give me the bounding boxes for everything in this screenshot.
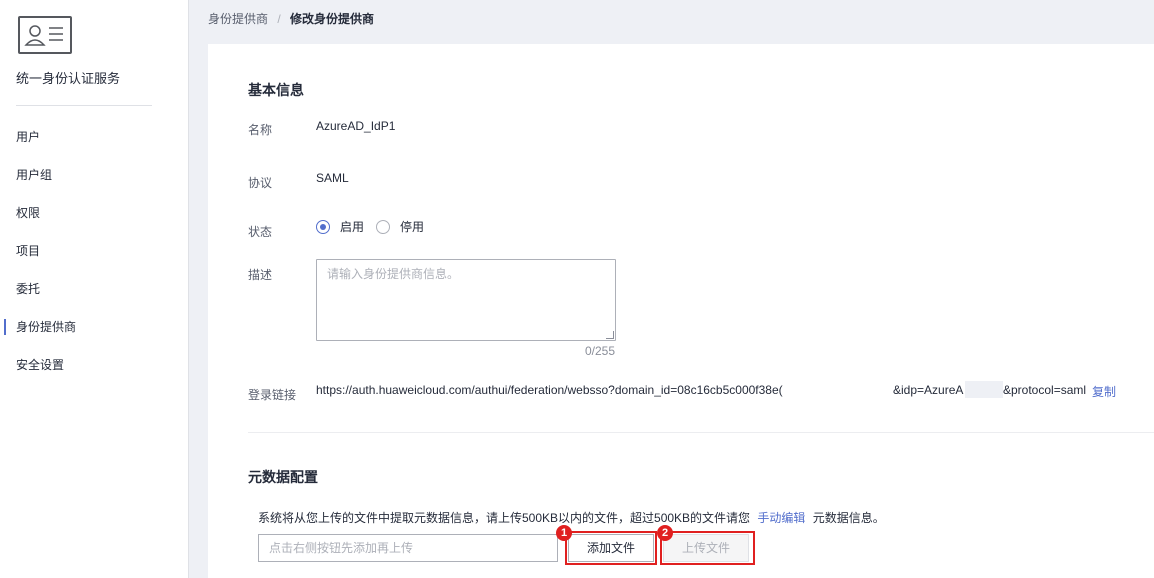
breadcrumb-parent[interactable]: 身份提供商: [208, 12, 268, 26]
breadcrumb: 身份提供商 / 修改身份提供商: [208, 10, 374, 27]
metadata-title: 元数据配置: [248, 469, 318, 485]
sidebar-item-users[interactable]: 用户: [0, 118, 188, 156]
status-radio-group: 启用 停用: [316, 218, 436, 235]
metadata-hint-prefix: 系统将从您上传的文件中提取元数据信息，请上传500KB以内的文件，超过500KB…: [258, 511, 751, 525]
description-placeholder: 请输入身份提供商信息。: [327, 267, 460, 281]
main-panel: 基本信息 名称 AzureAD_IdP1 协议 SAML 状态 启用 停用 描述…: [208, 44, 1154, 578]
copy-link[interactable]: 复制: [1092, 383, 1116, 400]
login-link-label: 登录链接: [248, 388, 297, 402]
metadata-hint-suffix: 元数据信息。: [812, 511, 885, 525]
login-link-part3: &protocol=saml: [1003, 383, 1087, 397]
sidebar-item-user-groups[interactable]: 用户组: [0, 156, 188, 194]
breadcrumb-separator: /: [277, 12, 281, 26]
file-input[interactable]: 点击右侧按钮先添加再上传: [258, 534, 558, 562]
status-disabled-label[interactable]: 停用: [400, 218, 424, 235]
upload-file-button[interactable]: 上传文件: [663, 534, 749, 562]
name-value: AzureAD_IdP1: [316, 119, 396, 133]
description-counter: 0/255: [585, 344, 616, 358]
metadata-hint: 系统将从您上传的文件中提取元数据信息，请上传500KB以内的文件，超过500KB…: [258, 509, 885, 526]
sidebar-item-permissions[interactable]: 权限: [0, 194, 188, 232]
resize-handle-icon[interactable]: [606, 331, 614, 339]
section-divider: [248, 432, 1154, 433]
description-label: 描述: [248, 268, 273, 282]
sidebar-divider: [16, 105, 152, 106]
protocol-value: SAML: [316, 171, 349, 185]
description-textarea[interactable]: 请输入身份提供商信息。: [316, 259, 616, 341]
manual-edit-link[interactable]: 手动编辑: [757, 511, 805, 525]
sidebar-item-identity-providers[interactable]: 身份提供商: [0, 308, 188, 346]
protocol-label: 协议: [248, 176, 273, 190]
status-disabled-radio[interactable]: [376, 219, 391, 234]
redaction-mask-2: [965, 381, 1003, 398]
login-link-part1: https://auth.huaweicloud.com/authui/fede…: [316, 383, 783, 397]
annotation-badge-2: 2: [657, 525, 673, 541]
sidebar-item-agencies[interactable]: 委托: [0, 270, 188, 308]
sidebar-item-security-settings[interactable]: 安全设置: [0, 346, 188, 384]
basic-info-title: 基本信息: [248, 82, 304, 98]
file-input-placeholder: 点击右侧按钮先添加再上传: [269, 541, 414, 555]
status-enabled-radio[interactable]: [316, 219, 330, 234]
sidebar: 统一身份认证服务 用户 用户组 权限 项目 委托 身份提供商 安全设置: [0, 0, 189, 578]
service-title: 统一身份认证服务: [16, 71, 121, 86]
status-label: 状态: [248, 225, 273, 239]
login-link-part2: &idp=AzureA: [893, 383, 964, 397]
redaction-mask: [858, 380, 894, 400]
sidebar-nav: 用户 用户组 权限 项目 委托 身份提供商 安全设置: [0, 118, 188, 384]
id-card-icon: [18, 16, 72, 54]
annotation-badge-1: 1: [556, 525, 572, 541]
breadcrumb-current: 修改身份提供商: [290, 12, 375, 26]
name-label: 名称: [248, 123, 273, 137]
status-enabled-label[interactable]: 启用: [340, 218, 364, 235]
add-file-button[interactable]: 添加文件: [568, 534, 654, 562]
sidebar-item-projects[interactable]: 项目: [0, 232, 188, 270]
